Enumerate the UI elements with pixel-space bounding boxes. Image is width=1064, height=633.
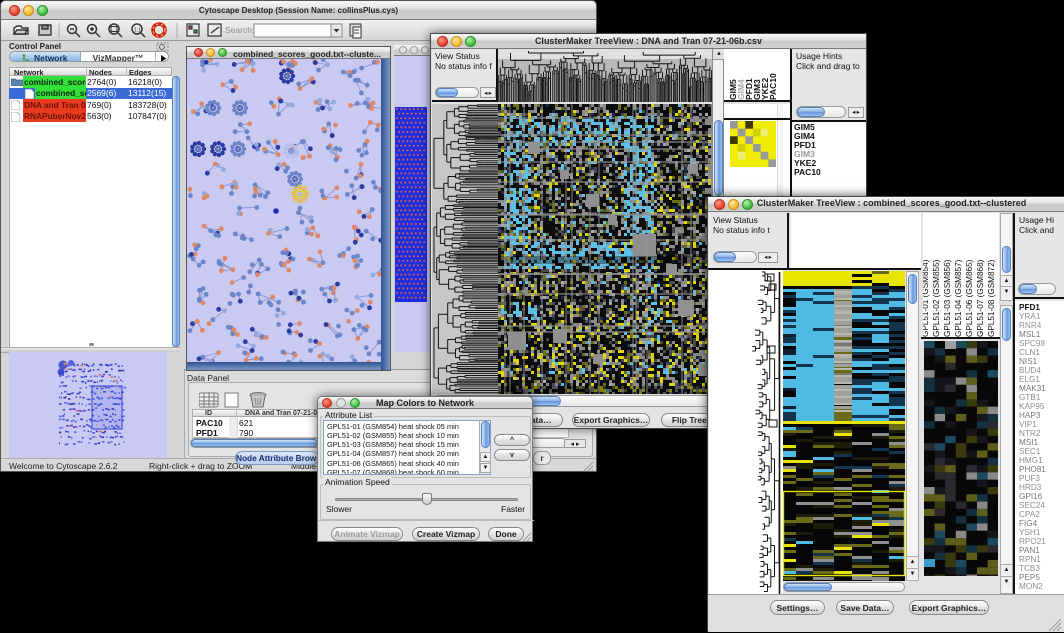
svg-text:GPL51-03 (GSM856): GPL51-03 (GSM856) [943, 259, 952, 337]
svg-text:Search:: Search: [225, 25, 254, 35]
svg-text:GPL51-04 (GSM857): GPL51-04 (GSM857) [954, 259, 963, 337]
svg-text:GPL51-08 (GSM872): GPL51-08 (GSM872) [987, 259, 996, 337]
svg-text:GPL51-01 (GSM854): GPL51-01 (GSM854) [923, 259, 930, 337]
svg-text:GPL51-06 (GSM865): GPL51-06 (GSM865) [965, 259, 974, 337]
svg-text:PAC10: PAC10 [768, 73, 778, 100]
svg-text:GPL51-07 (GSM868): GPL51-07 (GSM868) [976, 259, 985, 337]
svg-text:GPL51-02 (GSM855): GPL51-02 (GSM855) [932, 259, 941, 337]
svg-text:1:1: 1:1 [134, 28, 141, 34]
